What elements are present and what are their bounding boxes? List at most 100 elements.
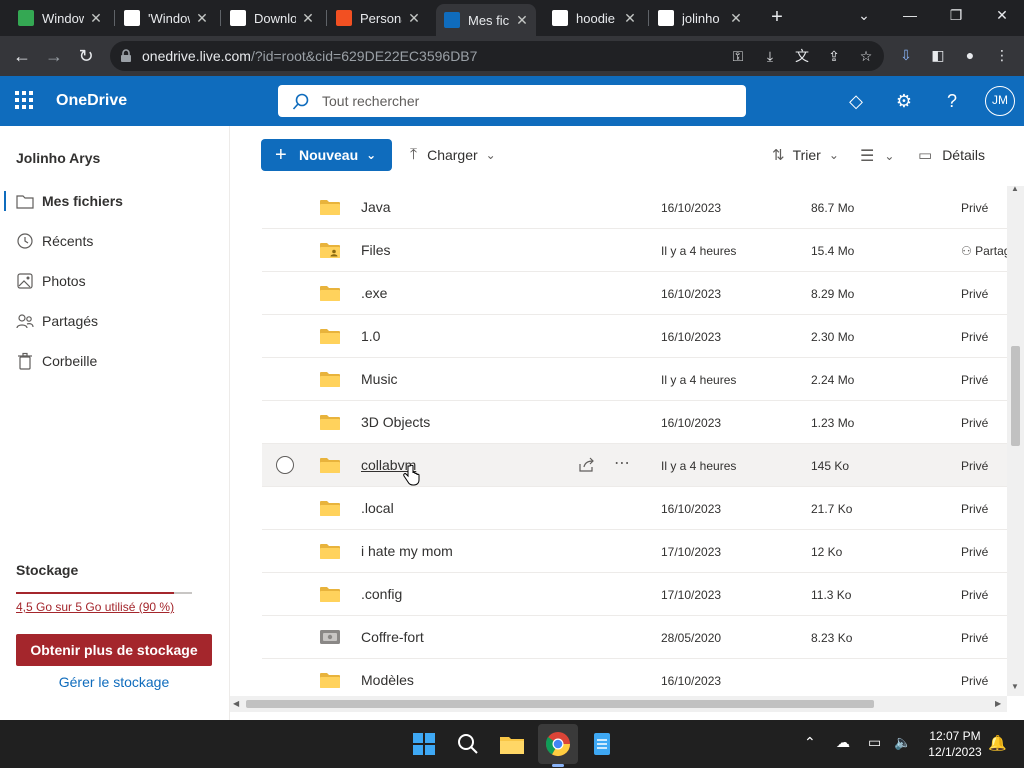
tab-close-icon[interactable]: ✕	[408, 10, 420, 27]
file-name[interactable]: .config	[361, 586, 402, 602]
browser-tab[interactable]: Personal ✕	[328, 4, 428, 32]
browser-tab[interactable]: jolinho ✕	[650, 4, 750, 32]
manage-storage-link[interactable]: Gérer le stockage	[16, 674, 212, 690]
sidebar-item[interactable]: Récents	[0, 221, 229, 261]
vertical-scrollbar[interactable]: ▲ ▼	[1007, 184, 1024, 696]
storage-progress-fill	[16, 592, 175, 594]
app-title[interactable]: OneDrive	[56, 92, 127, 110]
notepad-icon[interactable]	[586, 728, 618, 760]
search-icon[interactable]	[452, 728, 484, 760]
search-box[interactable]: Tout rechercher	[278, 85, 746, 117]
bookmark-star-icon[interactable]: ☆	[856, 46, 876, 66]
sidebar-item[interactable]: Photos	[0, 261, 229, 301]
translate-icon[interactable]: 文	[792, 46, 812, 66]
file-name[interactable]: Files	[361, 242, 391, 258]
tab-close-icon[interactable]: ✕	[196, 10, 208, 27]
share-icon[interactable]	[578, 456, 596, 474]
file-name[interactable]: .local	[361, 500, 394, 516]
scroll-down-icon[interactable]: ▼	[1011, 682, 1019, 691]
file-name[interactable]: Coffre-fort	[361, 629, 424, 645]
tab-close-icon[interactable]: ✕	[516, 12, 528, 29]
volume-muted-icon[interactable]: 🔈	[894, 734, 911, 751]
sidebar-item[interactable]: Corbeille	[0, 341, 229, 381]
key-icon[interactable]: ⚿	[728, 46, 748, 66]
horizontal-scrollbar[interactable]: ◀ ▶	[230, 696, 1007, 712]
file-row[interactable]: Modèles 16/10/2023 Privé	[262, 659, 1007, 696]
back-arrow-icon[interactable]: ←	[10, 44, 34, 68]
browser-tab[interactable]: Downloads ✕	[222, 4, 322, 32]
file-row[interactable]: .config 17/10/2023 11.3 Ko Privé	[262, 573, 1007, 616]
more-actions-icon[interactable]: ⋯	[614, 453, 632, 472]
file-row[interactable]: .exe 16/10/2023 8.29 Mo Privé	[262, 272, 1007, 315]
file-row[interactable]: 1.0 16/10/2023 2.30 Mo Privé	[262, 315, 1007, 358]
file-name[interactable]: i hate my mom	[361, 543, 453, 559]
scroll-left-icon[interactable]: ◀	[233, 699, 239, 708]
sort-button[interactable]: ⇅ Trier ⌄	[772, 146, 839, 164]
onedrive-cloud-icon[interactable]: ☁	[836, 734, 850, 751]
chevron-up-icon[interactable]: ⌃	[804, 734, 816, 751]
share-icon[interactable]: ⇪	[824, 46, 844, 66]
avatar[interactable]: JM	[985, 86, 1015, 116]
minimize-button[interactable]: —	[896, 4, 924, 26]
horizontal-scroll-thumb[interactable]	[246, 700, 874, 708]
maximize-button[interactable]: ❐	[942, 4, 970, 26]
file-explorer-icon[interactable]	[496, 728, 528, 760]
browser-tab[interactable]: hoodie ✕	[544, 4, 644, 32]
settings-gear-icon[interactable]: ⚙	[892, 89, 916, 113]
file-row[interactable]: i hate my mom 17/10/2023 12 Ko Privé	[262, 530, 1007, 573]
chrome-icon[interactable]	[542, 728, 574, 760]
scroll-right-icon[interactable]: ▶	[995, 699, 1001, 708]
file-row[interactable]: .local 16/10/2023 21.7 Ko Privé	[262, 487, 1007, 530]
premium-diamond-icon[interactable]: ◇	[844, 89, 868, 113]
download-icon[interactable]: ⇩	[896, 45, 916, 65]
notification-bell-icon[interactable]: 🔔	[988, 734, 1007, 752]
file-row[interactable]: Files Il y a 4 heures 15.4 Mo ⚇ Partagé	[262, 229, 1007, 272]
file-row[interactable]: collabvm ⋯ Il y a 4 heures 145 Ko Privé	[262, 444, 1007, 487]
search-input[interactable]: Tout rechercher	[322, 93, 419, 109]
close-window-button[interactable]: ✕	[988, 4, 1016, 26]
browser-menu-icon[interactable]: ⋮	[992, 45, 1012, 65]
vertical-scroll-thumb[interactable]	[1011, 346, 1020, 446]
row-select-checkbox[interactable]	[276, 456, 294, 474]
file-name[interactable]: .exe	[361, 285, 387, 301]
help-icon[interactable]: ?	[940, 89, 964, 113]
file-name[interactable]: 1.0	[361, 328, 380, 344]
file-row[interactable]: 3D Objects 16/10/2023 1.23 Mo Privé	[262, 401, 1007, 444]
view-options-button[interactable]: ☰ ⌄	[860, 146, 894, 166]
file-name[interactable]: Music	[361, 371, 398, 387]
forward-arrow-icon[interactable]: →	[42, 44, 66, 68]
network-icon[interactable]: ▭	[868, 734, 881, 751]
file-row[interactable]: Java 16/10/2023 86.7 Mo Privé	[262, 186, 1007, 229]
new-button[interactable]: + Nouveau ⌄	[261, 139, 392, 171]
tab-close-icon[interactable]: ✕	[90, 10, 102, 27]
app-launcher-icon[interactable]	[14, 90, 34, 110]
clock-date[interactable]: 12/1/2023	[920, 745, 990, 759]
tab-close-icon[interactable]: ✕	[730, 10, 742, 27]
file-row[interactable]: Coffre-fort 28/05/2020 8.23 Ko Privé	[262, 616, 1007, 659]
new-tab-button[interactable]: +	[766, 6, 788, 28]
details-button[interactable]: ▭ Détails	[918, 146, 985, 164]
browser-tab[interactable]: 'Windows ✕	[116, 4, 216, 32]
browser-tab[interactable]: Mes fichiers ✕	[436, 4, 536, 36]
profile-icon[interactable]: ●	[960, 45, 980, 65]
tab-close-icon[interactable]: ✕	[302, 10, 314, 27]
file-row[interactable]: Music Il y a 4 heures 2.24 Mo Privé	[262, 358, 1007, 401]
side-panel-icon[interactable]: ◧	[928, 45, 948, 65]
browser-tab[interactable]: Windows ✕	[10, 4, 110, 32]
file-name[interactable]: Modèles	[361, 672, 414, 688]
tab-close-icon[interactable]: ✕	[624, 10, 636, 27]
install-app-icon[interactable]: ⤓	[760, 46, 780, 66]
file-name[interactable]: 3D Objects	[361, 414, 430, 430]
scroll-up-icon[interactable]: ▲	[1011, 184, 1019, 193]
tab-search-chevron-icon[interactable]: ⌄	[850, 4, 878, 26]
sidebar-item[interactable]: Partagés	[0, 301, 229, 341]
upload-button[interactable]: ⤒ Charger ⌄	[410, 146, 496, 164]
address-bar[interactable]: onedrive.live.com/?id=root&cid=629DE22EC…	[110, 41, 884, 71]
windows-start-icon[interactable]	[408, 728, 440, 760]
sidebar-item[interactable]: Mes fichiers	[0, 181, 229, 221]
get-more-storage-button[interactable]: Obtenir plus de stockage	[16, 634, 212, 666]
reload-icon[interactable]: ↻	[74, 44, 98, 68]
storage-used-link[interactable]: 4,5 Go sur 5 Go utilisé (90 %)	[16, 600, 174, 614]
file-name[interactable]: Java	[361, 199, 391, 215]
clock-time[interactable]: 12:07 PM	[920, 729, 990, 743]
